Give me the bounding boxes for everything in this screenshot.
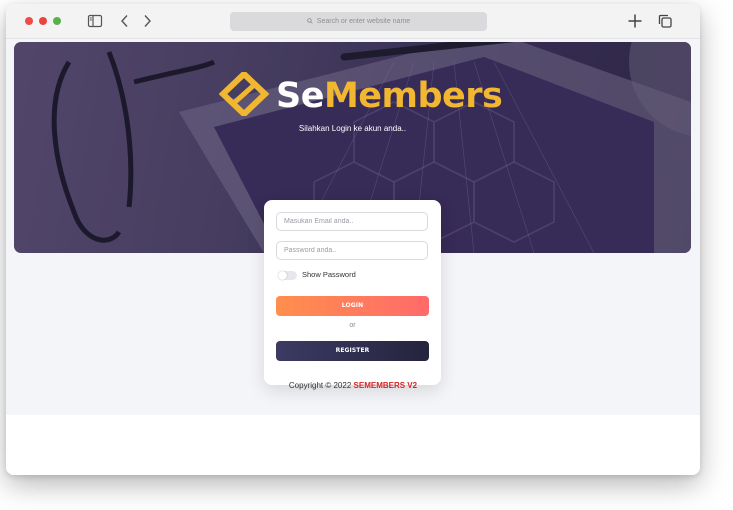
brand-wordmark: SeMembers — [276, 76, 503, 116]
sidebar-icon[interactable] — [86, 12, 104, 30]
show-password-label: Show Password — [302, 270, 356, 279]
minimize-window-button[interactable] — [39, 17, 47, 25]
show-password-toggle[interactable] — [278, 271, 297, 280]
forward-icon[interactable] — [138, 12, 156, 30]
login-subtitle: Silahkan Login ke akun anda.. — [298, 124, 407, 133]
footer-brand: SEMEMBERS V2 — [353, 381, 418, 390]
brand-part-members: Members — [323, 76, 503, 116]
register-button[interactable]: REGISTER — [276, 341, 429, 361]
footer-copyright: Copyright © 2022 SEMEMBERS V2 — [6, 381, 700, 390]
address-placeholder: Search or enter website name — [316, 18, 411, 25]
new-tab-icon[interactable] — [626, 12, 644, 30]
page-bottom-area — [6, 415, 700, 475]
address-bar[interactable]: Search or enter website name — [230, 12, 487, 31]
browser-toolbar: Search or enter website name — [6, 4, 700, 39]
login-button[interactable]: LOGIN — [276, 296, 429, 316]
sememb-logo-icon — [219, 72, 269, 116]
login-card: Show Password LOGIN or REGISTER — [264, 200, 441, 385]
login-page: SeMembers Silahkan Login ke akun anda.. … — [6, 39, 700, 415]
toggle-knob — [278, 271, 287, 280]
copyright-text: Copyright © 2022 — [288, 381, 354, 390]
brand-part-se: Se — [276, 76, 324, 116]
browser-window: Search or enter website name SeMembers S… — [6, 4, 700, 475]
maximize-window-button[interactable] — [53, 17, 61, 25]
close-window-button[interactable] — [25, 17, 33, 25]
tabs-overview-icon[interactable] — [656, 12, 674, 30]
or-separator: or — [349, 322, 356, 329]
back-icon[interactable] — [116, 12, 134, 30]
search-icon — [307, 18, 313, 24]
password-field[interactable] — [276, 241, 428, 260]
email-field[interactable] — [276, 212, 428, 231]
